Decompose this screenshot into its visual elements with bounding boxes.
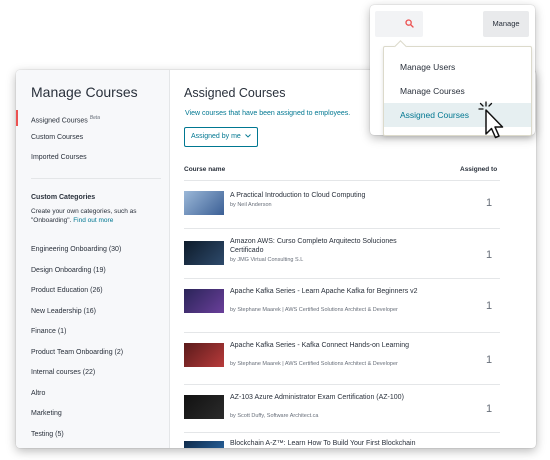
- course-author: by JMG Virtual Consulting S.L: [230, 257, 304, 263]
- course-thumbnail: [184, 441, 224, 448]
- sidebar-item-imported-courses[interactable]: Imported Courses: [16, 148, 169, 168]
- course-title[interactable]: Apache Kafka Series - Learn Apache Kafka…: [230, 287, 430, 296]
- course-thumbnail: [184, 395, 224, 419]
- sidebar-item-label: Custom Courses: [31, 134, 84, 141]
- assigned-count: 1: [486, 403, 493, 415]
- table-row[interactable]: A Practical Introduction to Cloud Comput…: [184, 180, 500, 229]
- course-author: by Scott Duffy, Software Architect.ca: [230, 413, 319, 419]
- manage-button[interactable]: Manage: [483, 11, 529, 37]
- assigned-count: 1: [486, 249, 493, 261]
- category-item[interactable]: Product Education (26): [31, 281, 166, 302]
- course-thumbnail: [184, 289, 224, 313]
- course-author: by Stephane Maarek | AWS Certified Solut…: [230, 361, 398, 367]
- course-thumbnail: [184, 241, 224, 265]
- course-title[interactable]: Apache Kafka Series - Kafka Connect Hand…: [230, 341, 430, 350]
- beta-badge: Beta: [89, 115, 101, 121]
- table-row[interactable]: AZ-103 Azure Administrator Exam Certific…: [184, 384, 500, 433]
- page-subtitle: View courses that have been assigned to …: [185, 110, 351, 117]
- category-item[interactable]: Finance (1): [31, 322, 166, 343]
- course-title[interactable]: Amazon AWS: Curso Completo Arquitecto So…: [230, 237, 430, 255]
- category-item[interactable]: Internal courses (22): [31, 363, 166, 384]
- search-button[interactable]: [375, 11, 423, 37]
- assigned-by-dropdown[interactable]: Assigned by me: [184, 127, 258, 147]
- sidebar-title: Manage Courses: [31, 84, 138, 100]
- course-author: by Neil Anderson: [230, 202, 272, 208]
- chevron-down-icon: [244, 134, 251, 138]
- column-header-assigned: Assigned to: [460, 166, 498, 173]
- column-header-course: Course name: [184, 166, 226, 173]
- sidebar-item-label: Imported Courses: [31, 154, 87, 161]
- pointer-cursor-icon: [478, 101, 504, 139]
- page-title: Assigned Courses: [184, 86, 286, 100]
- assigned-by-label: Assigned by me: [191, 133, 241, 140]
- menu-item-manage-users[interactable]: Manage Users: [384, 55, 531, 79]
- assigned-count: 1: [486, 354, 493, 366]
- course-title[interactable]: Blockchain A-Z™: Learn How To Build Your…: [230, 439, 430, 448]
- category-item[interactable]: Product Team Onboarding (2): [31, 343, 166, 364]
- table-row[interactable]: Blockchain A-Z™: Learn How To Build Your…: [184, 432, 500, 448]
- course-title[interactable]: AZ-103 Azure Administrator Exam Certific…: [230, 393, 430, 402]
- course-thumbnail: [184, 191, 224, 215]
- search-icon: [405, 19, 414, 28]
- category-item[interactable]: Engineering Onboarding (30): [31, 240, 166, 261]
- manage-menu: Manage Users Manage Courses Assigned Cou…: [383, 46, 532, 136]
- sidebar-nav: Assigned Courses Beta Custom Courses Imp…: [16, 108, 169, 168]
- table-row[interactable]: Apache Kafka Series - Learn Apache Kafka…: [184, 278, 500, 333]
- sidebar-divider: [31, 178, 161, 179]
- custom-categories-description: Create your own categories, such as "Onb…: [31, 207, 161, 225]
- category-item[interactable]: Testing (5): [31, 425, 166, 446]
- course-thumbnail: [184, 343, 224, 367]
- assigned-count: 1: [486, 300, 493, 312]
- table-row[interactable]: Amazon AWS: Curso Completo Arquitecto So…: [184, 228, 500, 279]
- sidebar-item-custom-courses[interactable]: Custom Courses: [16, 128, 169, 148]
- manage-popover: Manage Manage Users Manage Courses Assig…: [370, 5, 535, 136]
- find-out-more-link[interactable]: Find out more: [73, 217, 113, 224]
- course-title[interactable]: A Practical Introduction to Cloud Comput…: [230, 191, 430, 200]
- sidebar-item-assigned-courses[interactable]: Assigned Courses Beta: [16, 108, 169, 128]
- course-author: by Stephane Maarek | AWS Certified Solut…: [230, 307, 398, 313]
- assigned-count: 1: [486, 197, 493, 209]
- sidebar: Manage Courses Assigned Courses Beta Cus…: [16, 70, 170, 448]
- category-item[interactable]: Altro: [31, 384, 166, 405]
- category-item[interactable]: Marketing: [31, 404, 166, 425]
- table-row[interactable]: Apache Kafka Series - Kafka Connect Hand…: [184, 332, 500, 385]
- category-list: Engineering Onboarding (30) Design Onboa…: [31, 240, 166, 445]
- category-item[interactable]: Design Onboarding (19): [31, 261, 166, 282]
- sidebar-item-label: Assigned Courses: [31, 117, 88, 125]
- category-item[interactable]: New Leadership (16): [31, 302, 166, 323]
- custom-categories-title: Custom Categories: [31, 194, 96, 201]
